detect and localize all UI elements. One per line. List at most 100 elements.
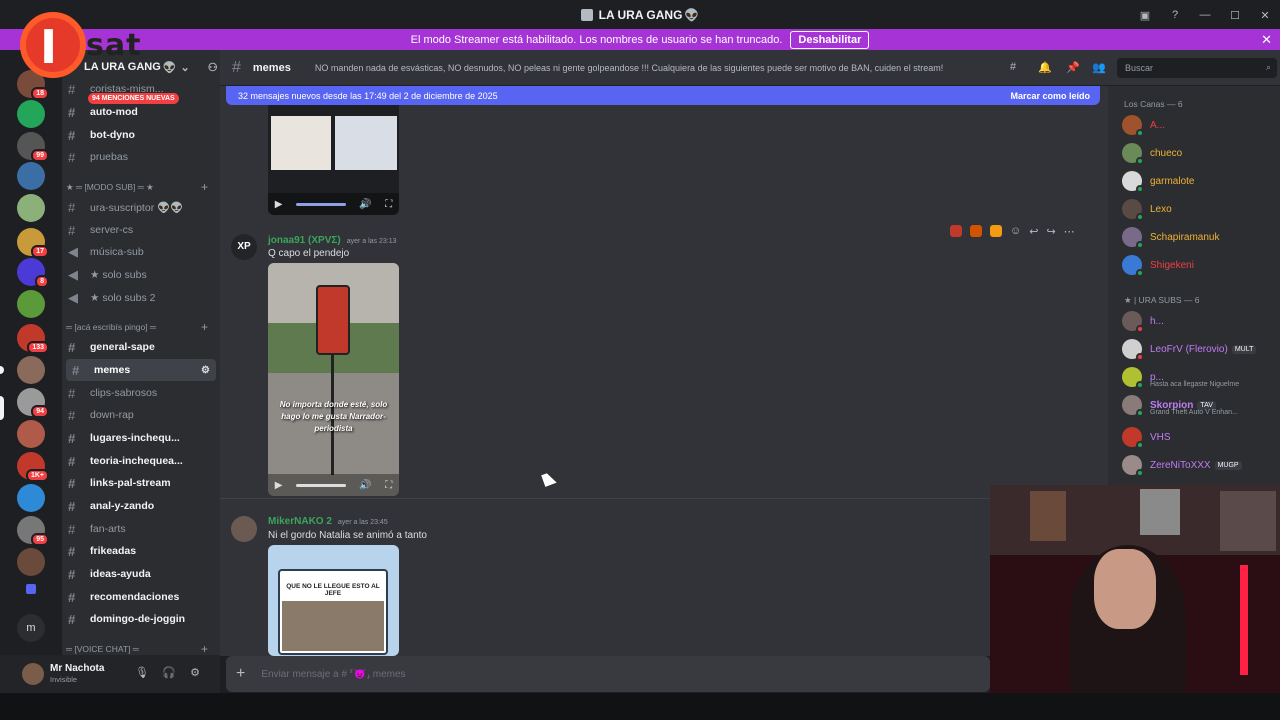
progress-bar[interactable] bbox=[295, 202, 346, 206]
play-icon[interactable]: ▶ bbox=[275, 199, 283, 210]
channel-item[interactable]: # ideas-ayuda bbox=[62, 563, 220, 585]
server-icon[interactable]: 1K+ bbox=[17, 452, 49, 482]
fullscreen-icon[interactable]: ⛶ bbox=[385, 480, 392, 491]
bell-icon[interactable]: 🔔 bbox=[1038, 61, 1052, 74]
channel-item[interactable]: # auto-mod bbox=[62, 101, 220, 123]
mentions-badge[interactable]: 94 MENCIONES NUEVAS bbox=[88, 93, 179, 104]
category-aca-escribis[interactable]: ═ [acá escribís pingo] ═ + bbox=[62, 318, 220, 336]
voice-channel-item[interactable]: ◀ ★ solo subs 2 bbox=[62, 287, 220, 309]
member-item[interactable]: p... Hasta aca llegaste Niguelme bbox=[1122, 364, 1239, 390]
member-item[interactable]: chueco bbox=[1122, 140, 1182, 166]
folder-icon[interactable] bbox=[26, 584, 36, 594]
channel-item[interactable]: # bot-dyno bbox=[62, 124, 220, 146]
avatar[interactable]: XP bbox=[231, 234, 257, 260]
member-item[interactable]: h... bbox=[1122, 308, 1164, 334]
channel-item[interactable]: # anal-y-zando bbox=[62, 495, 220, 517]
channel-item[interactable]: # fan-arts bbox=[62, 518, 220, 540]
server-icon[interactable] bbox=[17, 290, 45, 318]
member-item[interactable]: LeoFrV (Flerovio) MULT bbox=[1122, 336, 1257, 362]
add-channel-icon[interactable]: + bbox=[201, 180, 208, 194]
play-icon[interactable]: ▶ bbox=[275, 480, 283, 491]
reaction-emoji[interactable] bbox=[990, 225, 1002, 237]
server-icon[interactable] bbox=[17, 162, 45, 190]
avatar[interactable] bbox=[231, 516, 257, 542]
fullscreen-icon[interactable]: ⛶ bbox=[385, 199, 392, 210]
add-reaction-icon[interactable]: ☺ bbox=[1010, 225, 1021, 237]
forward-icon[interactable]: ↪ bbox=[1046, 225, 1055, 238]
message-composer[interactable]: + Enviar mensaje a # ⸢😈⸥ memes bbox=[226, 656, 990, 692]
threads-icon[interactable]: # bbox=[1010, 61, 1016, 73]
server-icon[interactable] bbox=[17, 194, 45, 222]
voice-channel-item[interactable]: ◀ música-sub bbox=[62, 241, 220, 263]
help-icon[interactable]: ? bbox=[1160, 9, 1190, 21]
new-messages-bar[interactable]: 32 mensajes nuevos desde las 17:49 del 2… bbox=[226, 86, 1100, 105]
volume-icon[interactable]: 🔊 bbox=[359, 199, 371, 210]
server-icon[interactable]: 95 bbox=[17, 516, 49, 546]
reaction-emoji[interactable] bbox=[950, 225, 962, 237]
image-attachment[interactable]: QUE NO LE LLEGUE ESTO AL JEFE bbox=[268, 545, 399, 656]
channel-item[interactable]: # domingo-de-joggin bbox=[62, 608, 220, 630]
avatar[interactable] bbox=[22, 663, 44, 685]
channel-item[interactable]: # general-sape bbox=[62, 336, 220, 358]
channel-item[interactable]: # recomendaciones bbox=[62, 586, 220, 608]
server-icon[interactable]: 99 bbox=[17, 132, 49, 162]
progress-bar[interactable] bbox=[295, 483, 346, 487]
server-icon[interactable] bbox=[17, 484, 45, 512]
pin-icon[interactable]: 📌 bbox=[1066, 61, 1080, 74]
channel-item[interactable]: # pruebas bbox=[62, 146, 220, 168]
microphone-icon[interactable]: 🎙 bbox=[135, 666, 149, 680]
member-item[interactable]: A... bbox=[1122, 112, 1165, 138]
add-member-icon[interactable]: ⚇ bbox=[208, 61, 218, 74]
channel-item[interactable]: # links-pal-stream bbox=[62, 472, 220, 494]
members-icon[interactable]: 👥 bbox=[1092, 61, 1106, 74]
server-icon[interactable]: 94 bbox=[17, 388, 49, 418]
member-item[interactable]: Lexo bbox=[1122, 196, 1172, 222]
channel-item-memes[interactable]: # memes ⚙ bbox=[66, 359, 216, 381]
channel-item[interactable]: # frikeadas bbox=[62, 540, 220, 562]
add-channel-icon[interactable]: + bbox=[201, 320, 208, 334]
volume-icon[interactable]: 🔊 bbox=[359, 480, 371, 491]
channel-item[interactable]: # clips-sabrosos bbox=[62, 382, 220, 404]
channel-item[interactable]: # server-cs bbox=[62, 219, 220, 241]
gear-icon[interactable]: ⚙ bbox=[188, 666, 202, 680]
member-item[interactable]: Skorpion TAV Grand Theft Auto V Enhan... bbox=[1122, 392, 1238, 418]
message-author[interactable]: jonaa91 (XPVΣ) ayer a las 23:13 bbox=[268, 235, 397, 246]
channel-item[interactable]: # teoria-inchequea... bbox=[62, 450, 220, 472]
category-modo-sub[interactable]: ★ ═ [MODO SUB] ═ ★ + bbox=[62, 178, 220, 196]
close-banner-icon[interactable]: ✕ bbox=[1261, 32, 1272, 48]
mark-read-button[interactable]: Marcar como leído bbox=[1010, 91, 1090, 101]
server-icon[interactable] bbox=[17, 420, 45, 448]
server-icon[interactable] bbox=[17, 548, 45, 576]
video-controls[interactable]: ▶ 🔊 ⛶ bbox=[268, 474, 399, 496]
more-icon[interactable]: ⋯ bbox=[1064, 225, 1075, 238]
add-attachment-icon[interactable]: + bbox=[236, 665, 245, 683]
channel-item[interactable]: # ura-suscriptor 👽👽 bbox=[62, 196, 220, 218]
disable-streamer-button[interactable]: Deshabilitar bbox=[790, 30, 870, 49]
server-icon[interactable]: 133 bbox=[17, 324, 49, 354]
member-item[interactable]: Schapiramanuk bbox=[1122, 224, 1219, 250]
server-icon[interactable] bbox=[17, 100, 45, 128]
video-controls[interactable]: ▶ 🔊 ⛶ bbox=[268, 193, 399, 215]
maximize-button[interactable]: ☐ bbox=[1220, 9, 1250, 22]
channel-item[interactable]: # lugares-inchequ... bbox=[62, 427, 220, 449]
add-channel-icon[interactable]: + bbox=[201, 642, 208, 656]
close-button[interactable]: ✕ bbox=[1250, 9, 1280, 22]
server-icon[interactable]: 17 bbox=[17, 228, 49, 258]
message-author[interactable]: MikerNAKO 2 ayer a las 23:45 bbox=[268, 516, 388, 527]
settings-icon[interactable]: ⚙ bbox=[201, 365, 210, 376]
server-icon-m[interactable]: m bbox=[17, 614, 45, 642]
reaction-emoji[interactable] bbox=[970, 225, 982, 237]
member-item[interactable]: VHS bbox=[1122, 424, 1171, 450]
video-attachment[interactable]: No importa donde esté, solo hago lo me g… bbox=[268, 263, 399, 496]
user-info[interactable]: Mr Nachota Invisible bbox=[50, 663, 104, 685]
previous-video[interactable]: ▶ 🔊 ⛶ bbox=[268, 94, 399, 215]
channel-topic[interactable]: NO manden nada de esvásticas, NO desnudo… bbox=[315, 63, 965, 73]
minimize-button[interactable]: — bbox=[1190, 9, 1220, 21]
member-item[interactable]: Shigekeni bbox=[1122, 252, 1194, 278]
reply-icon[interactable]: ↩ bbox=[1029, 225, 1038, 238]
member-item[interactable]: ZereNiToXXX MUGP bbox=[1122, 452, 1242, 478]
channel-item[interactable]: # down-rap bbox=[62, 404, 220, 426]
headphones-icon[interactable]: 🎧 bbox=[162, 666, 176, 680]
voice-channel-item[interactable]: ◀ ★ solo subs bbox=[62, 264, 220, 286]
server-icon[interactable] bbox=[17, 356, 45, 384]
